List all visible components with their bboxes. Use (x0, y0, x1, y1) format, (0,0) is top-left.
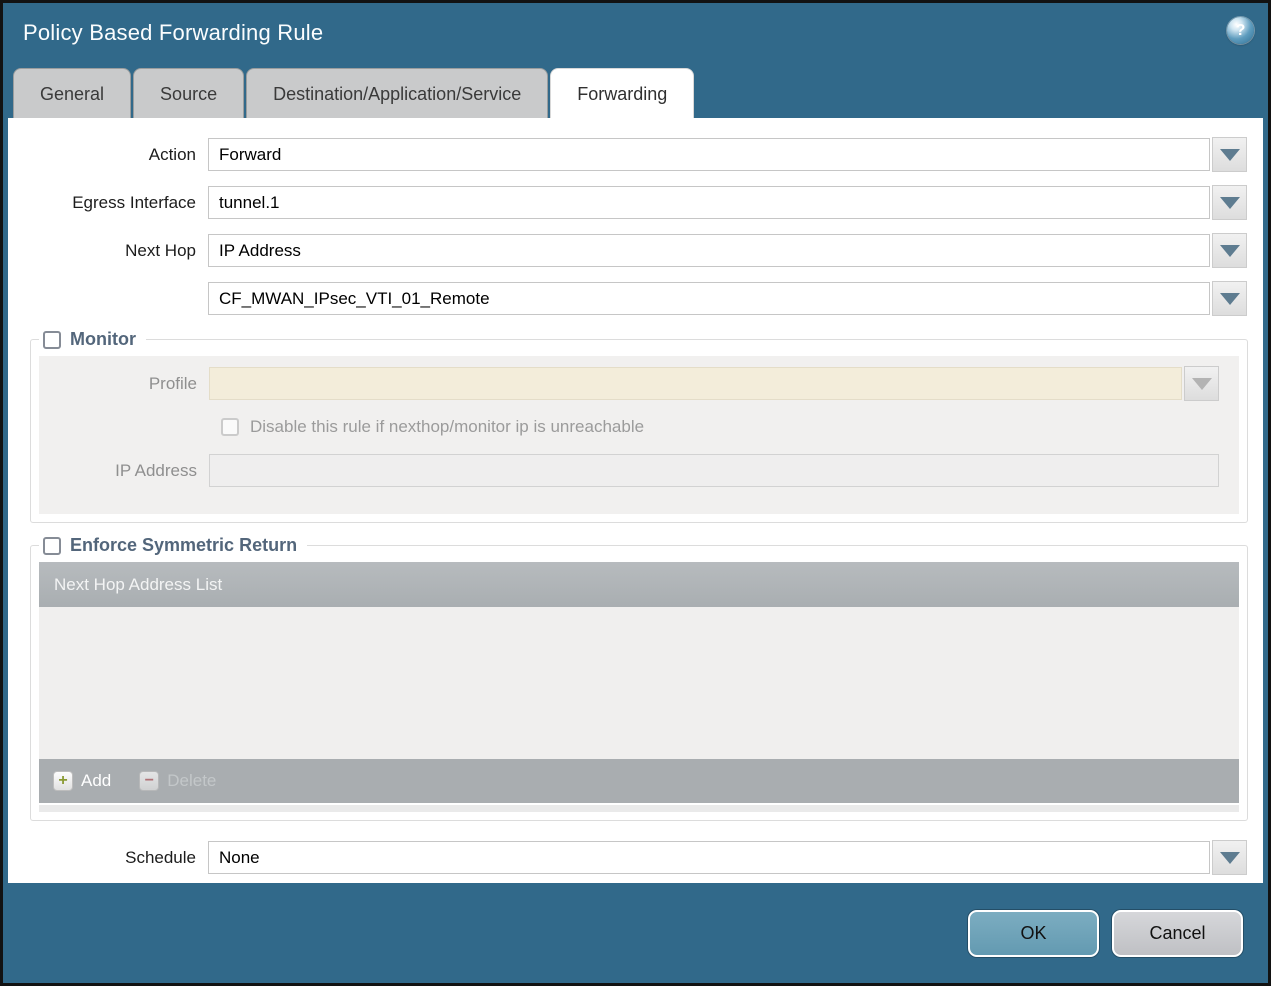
disable-rule-label: Disable this rule if nexthop/monitor ip … (250, 417, 645, 436)
table-header: Next Hop Address List (39, 562, 1239, 607)
add-button[interactable]: + Add (53, 771, 111, 791)
symmetric-return-legend-label: Enforce Symmetric Return (70, 535, 298, 555)
minus-icon: − (139, 771, 160, 791)
profile-select (209, 367, 1182, 400)
action-label: Action (148, 144, 196, 164)
monitor-ip-address-row: IP Address (39, 454, 1219, 487)
next-hop-address-value: CF_MWAN_IPsec_VTI_01_Remote (219, 288, 490, 308)
next-hop-type-value: IP Address (219, 240, 301, 260)
tab-forwarding[interactable]: Forwarding (550, 68, 695, 118)
monitor-panel: Profile Disable this rule if nexthop/mon… (39, 356, 1239, 514)
profile-row: Profile (39, 366, 1219, 401)
delete-button-label: Delete (167, 771, 217, 790)
ok-button-label: OK (1020, 922, 1047, 943)
forwarding-tab-panel: Action Forward Egress Interface tunnel.1… (8, 118, 1263, 883)
cancel-button-label: Cancel (1149, 922, 1206, 943)
chevron-down-icon (1191, 377, 1212, 390)
dialog-footer: OK Cancel (3, 883, 1268, 983)
tab-source[interactable]: Source (133, 68, 245, 118)
schedule-label: Schedule (125, 847, 196, 867)
schedule-select[interactable]: None (208, 841, 1210, 874)
next-hop-type-select[interactable]: IP Address (208, 234, 1210, 267)
horizontal-scrollbar-track[interactable] (39, 805, 1239, 812)
next-hop-dropdown-button[interactable] (1212, 233, 1247, 268)
chevron-down-icon (1219, 148, 1240, 161)
egress-interface-dropdown-button[interactable] (1212, 185, 1247, 220)
schedule-row: Schedule None (8, 840, 1247, 875)
profile-label: Profile (148, 373, 197, 393)
next-hop-address-select[interactable]: CF_MWAN_IPsec_VTI_01_Remote (208, 282, 1210, 315)
delete-button: − Delete (139, 771, 216, 791)
schedule-value: None (219, 847, 260, 867)
next-hop-address-row: CF_MWAN_IPsec_VTI_01_Remote (8, 281, 1247, 316)
action-dropdown-button[interactable] (1212, 137, 1247, 172)
tab-general[interactable]: General (13, 68, 132, 118)
table-footer: + Add − Delete (39, 759, 1239, 803)
chevron-down-icon (1219, 196, 1240, 209)
add-button-label: Add (81, 771, 112, 790)
monitor-ip-address-label: IP Address (115, 460, 197, 480)
symmetric-return-checkbox[interactable] (43, 536, 61, 555)
egress-interface-value: tunnel.1 (219, 192, 280, 212)
tab-destination-application-service[interactable]: Destination/Application/Service (246, 68, 549, 118)
action-select[interactable]: Forward (208, 138, 1210, 171)
tab-strip: General Source Destination/Application/S… (3, 68, 1268, 118)
next-hop-address-dropdown-button[interactable] (1212, 281, 1247, 316)
chevron-down-icon (1219, 851, 1240, 864)
chevron-down-icon (1219, 244, 1240, 257)
help-icon[interactable]: ? (1227, 17, 1254, 44)
monitor-legend-label: Monitor (70, 329, 136, 349)
table-header-label: Next Hop Address List (54, 574, 223, 594)
disable-rule-row: Disable this rule if nexthop/monitor ip … (221, 414, 1229, 440)
chevron-down-icon (1219, 292, 1240, 305)
action-value: Forward (219, 144, 282, 164)
monitor-legend: Monitor (39, 329, 146, 350)
title-bar: Policy Based Forwarding Rule ? (3, 3, 1268, 68)
policy-based-forwarding-dialog: Policy Based Forwarding Rule ? General S… (0, 0, 1271, 986)
action-row: Action Forward (8, 137, 1247, 172)
monitor-checkbox[interactable] (43, 330, 61, 349)
monitor-ip-address-input (209, 454, 1219, 487)
dialog-title: Policy Based Forwarding Rule (23, 20, 324, 45)
symmetric-return-fieldset: Enforce Symmetric Return Next Hop Addres… (30, 535, 1248, 821)
next-hop-address-list-table: Next Hop Address List + Add − Delete (39, 562, 1239, 803)
disable-rule-checkbox (221, 418, 239, 436)
cancel-button[interactable]: Cancel (1112, 909, 1243, 957)
table-body (39, 607, 1239, 759)
egress-interface-select[interactable]: tunnel.1 (208, 186, 1210, 219)
symmetric-return-legend: Enforce Symmetric Return (39, 535, 307, 556)
plus-icon: + (53, 771, 73, 791)
next-hop-label: Next Hop (125, 240, 196, 260)
profile-dropdown-button (1184, 366, 1219, 401)
next-hop-row: Next Hop IP Address (8, 233, 1247, 268)
schedule-dropdown-button[interactable] (1212, 840, 1247, 875)
monitor-fieldset: Monitor Profile Disable this rule if nex… (30, 329, 1248, 523)
egress-interface-row: Egress Interface tunnel.1 (8, 185, 1247, 220)
ok-button[interactable]: OK (968, 909, 1099, 957)
egress-interface-label: Egress Interface (72, 192, 196, 212)
